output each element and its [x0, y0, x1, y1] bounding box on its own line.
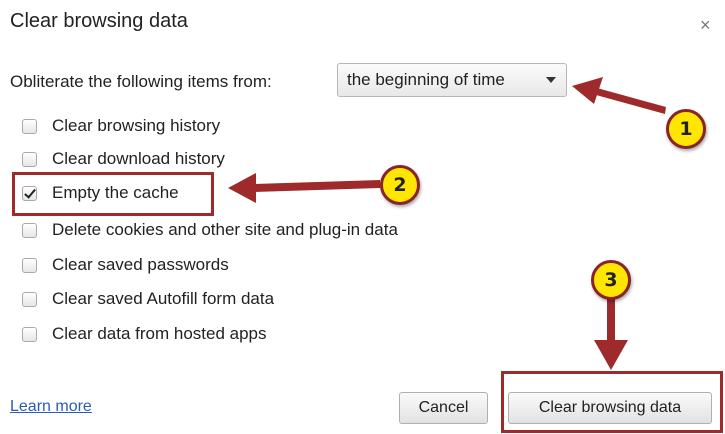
callout-one: 1 — [666, 109, 706, 149]
callout-three: 3 — [591, 260, 631, 300]
option-delete-cookies[interactable]: Delete cookies and other site and plug-i… — [22, 218, 398, 242]
arrow-1-head — [572, 77, 603, 104]
option-label: Delete cookies and other site and plug-i… — [52, 220, 398, 239]
time-range-label: Obliterate the following items from: — [10, 72, 272, 91]
clear-browsing-data-dialog: Clear browsing data × Obliterate the fol… — [0, 0, 725, 434]
time-range-row: Obliterate the following items from: — [10, 66, 272, 98]
callout-two: 2 — [380, 165, 420, 205]
arrow-2-head — [228, 173, 256, 203]
option-label: Clear data from hosted apps — [52, 324, 267, 343]
learn-more-link[interactable]: Learn more — [10, 398, 92, 416]
highlight-box-clear-button — [501, 371, 723, 433]
option-clear-saved-passwords[interactable]: Clear saved passwords — [22, 253, 229, 277]
option-label: Clear download history — [52, 149, 225, 168]
option-label: Clear browsing history — [52, 116, 221, 135]
highlight-box-empty-cache — [12, 172, 214, 216]
option-label: Clear saved Autofill form data — [52, 289, 275, 308]
checkbox[interactable] — [22, 118, 37, 134]
option-clear-download-history[interactable]: Clear download history — [22, 147, 225, 171]
checkbox[interactable] — [22, 291, 37, 307]
time-range-selected-value: the beginning of time — [347, 70, 505, 89]
arrow-2-shaft — [252, 180, 380, 192]
option-clear-autofill-data[interactable]: Clear saved Autofill form data — [22, 287, 274, 311]
cancel-button[interactable]: Cancel — [399, 392, 488, 424]
checkbox[interactable] — [22, 151, 37, 167]
option-clear-hosted-apps-data[interactable]: Clear data from hosted apps — [22, 322, 267, 346]
arrow-3-head — [594, 340, 628, 370]
time-range-select[interactable]: the beginning of time — [337, 63, 567, 97]
arrow-3-shaft — [607, 298, 615, 342]
dialog-title: Clear browsing data — [10, 10, 188, 32]
option-label: Clear saved passwords — [52, 255, 229, 274]
close-icon[interactable]: × — [700, 16, 711, 34]
arrow-1-shaft — [596, 88, 666, 114]
checkbox[interactable] — [22, 326, 37, 342]
checkbox[interactable] — [22, 257, 37, 273]
option-clear-browsing-history[interactable]: Clear browsing history — [22, 114, 220, 138]
chevron-down-icon — [546, 77, 556, 83]
checkbox[interactable] — [22, 222, 37, 238]
